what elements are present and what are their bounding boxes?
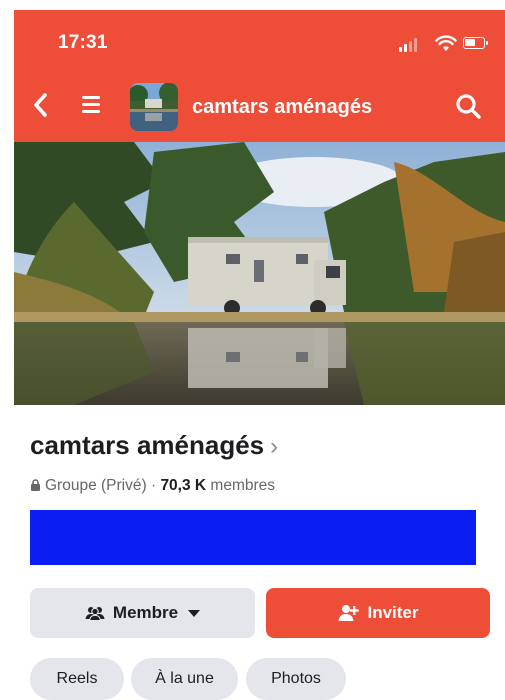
meta-separator: · — [146, 477, 161, 494]
group-meta: Groupe (Privé) · 70,3 K membres — [30, 477, 275, 495]
add-person-icon — [338, 605, 360, 621]
back-chevron-icon[interactable] — [30, 90, 52, 120]
group-name-text: camtars aménagés — [30, 430, 265, 460]
member-button[interactable]: Membre — [30, 588, 255, 638]
group-avatar[interactable] — [130, 83, 178, 131]
group-title[interactable]: camtars aménagés › — [30, 430, 278, 461]
member-count[interactable]: 70,3 K — [160, 477, 206, 494]
search-icon[interactable] — [454, 92, 482, 120]
member-button-label: Membre — [112, 603, 179, 622]
redacted-area — [30, 510, 476, 565]
hamburger-menu-icon[interactable] — [80, 92, 106, 118]
chevron-right-icon: › — [270, 433, 279, 460]
invite-button-label: Inviter — [367, 603, 419, 622]
caret-down-icon — [188, 609, 201, 617]
wifi-icon — [435, 35, 457, 51]
app-screen: 17:31 camtars aménagés camtars aménagés … — [14, 10, 505, 700]
lock-icon — [31, 479, 40, 491]
status-icons — [399, 34, 488, 54]
header-title: camtars aménagés — [192, 96, 373, 118]
tab-reels[interactable]: Reels — [30, 658, 124, 700]
top-bar: 17:31 camtars aménagés — [14, 10, 505, 142]
signal-icon — [399, 36, 425, 52]
cover-photo[interactable] — [14, 142, 505, 405]
member-label: membres — [206, 477, 276, 494]
group-privacy: Groupe (Privé) — [45, 477, 147, 494]
members-icon — [85, 607, 105, 621]
status-time: 17:31 — [58, 32, 108, 53]
tab-photos[interactable]: Photos — [246, 658, 346, 700]
tab-a-la-une[interactable]: À la une — [131, 658, 238, 700]
invite-button[interactable]: Inviter — [266, 588, 490, 638]
battery-icon — [463, 37, 488, 49]
